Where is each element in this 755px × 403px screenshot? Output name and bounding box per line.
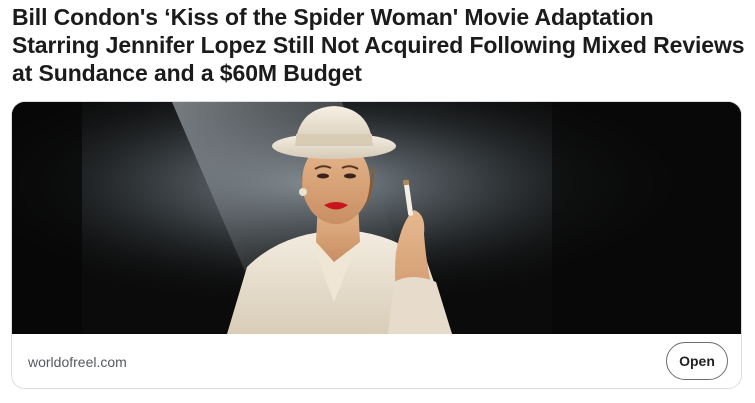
card-footer: worldofreel.com Open [12, 334, 741, 388]
woman-in-white-fedora-photo [12, 102, 741, 334]
article-thumbnail[interactable] [12, 102, 741, 334]
post-headline: Bill Condon's ‘Kiss of the Spider Woman'… [12, 4, 745, 86]
source-domain[interactable]: worldofreel.com [28, 354, 127, 370]
open-button[interactable]: Open [666, 342, 728, 380]
link-preview-card[interactable]: worldofreel.com Open [11, 101, 742, 389]
